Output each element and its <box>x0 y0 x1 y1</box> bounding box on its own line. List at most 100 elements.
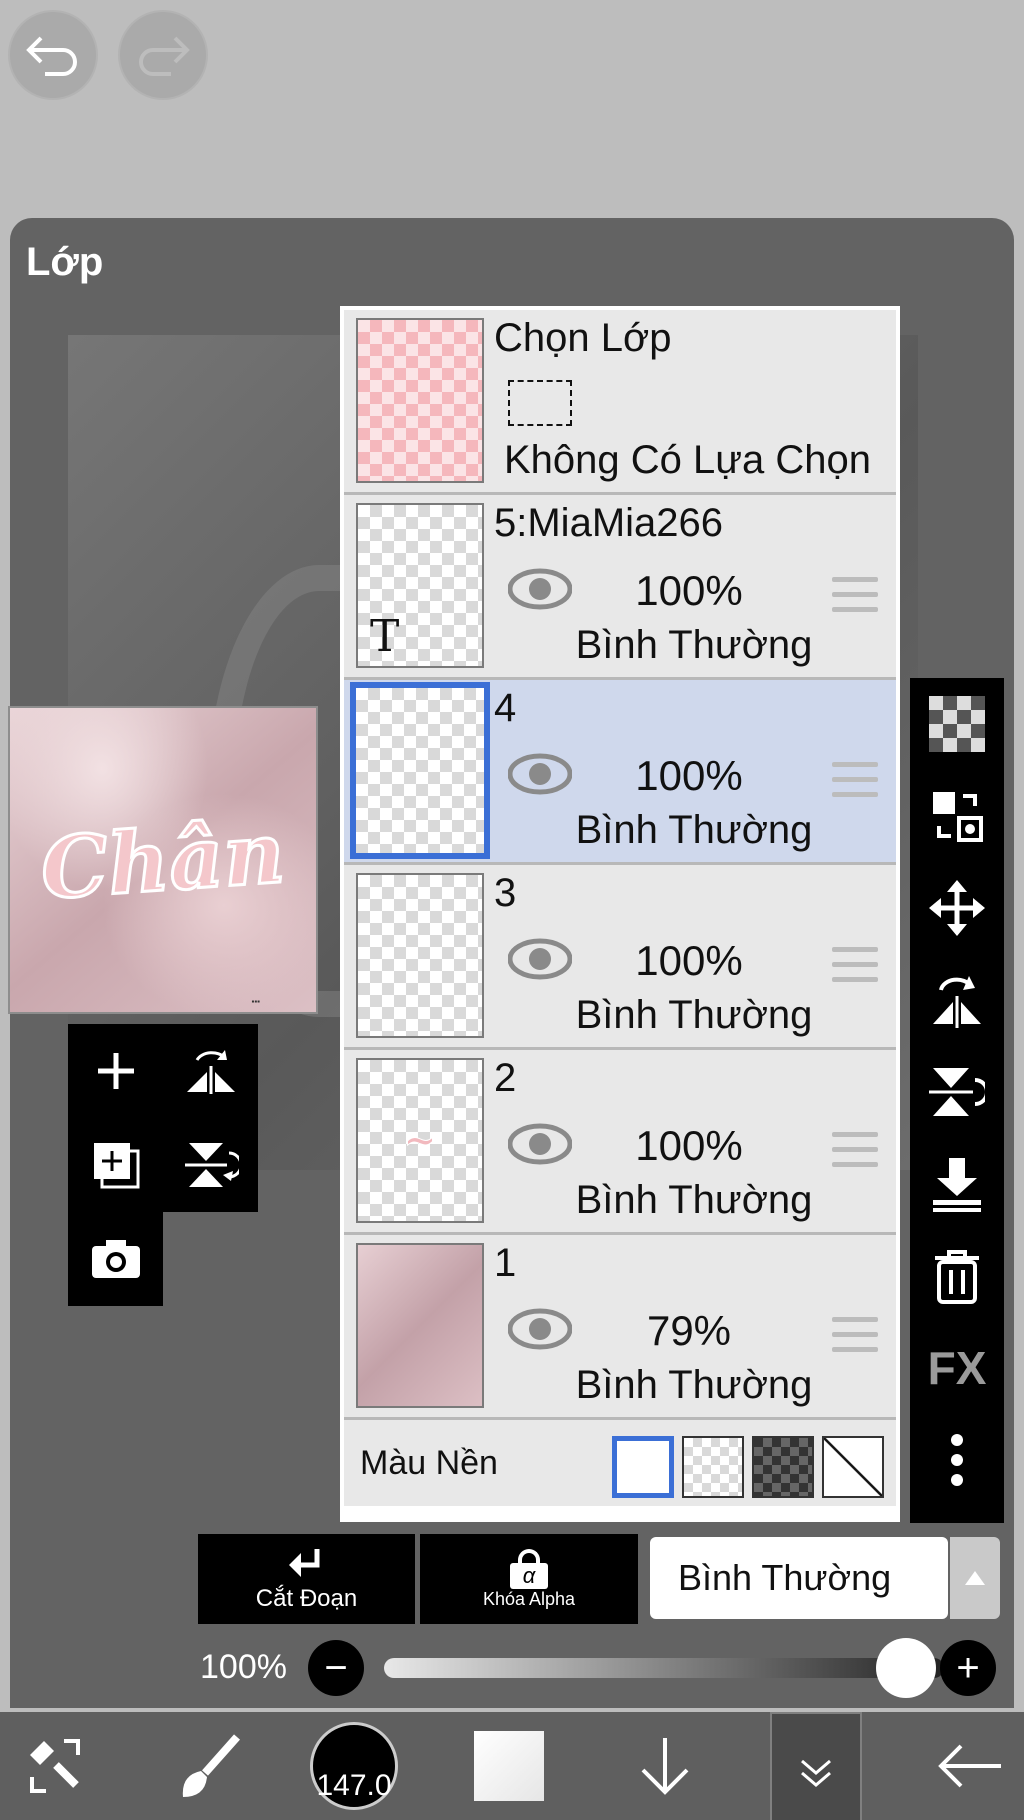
visibility-eye-icon[interactable] <box>508 567 572 611</box>
layer-row-selected[interactable]: 4 100% Bình Thường <box>344 680 896 865</box>
layer-list: Chọn Lớp Không Có Lựa Chọn T 5:MiaMia266… <box>340 306 900 1522</box>
layer-thumbnail-art: ~ <box>403 1117 438 1165</box>
preview-signature: ▪▪▪ <box>251 997 260 1006</box>
background-color-label: Màu Nền <box>360 1444 498 1482</box>
copy-layer-icon <box>93 1143 139 1189</box>
drag-handle-icon[interactable] <box>832 1317 878 1362</box>
redo-button[interactable] <box>118 10 208 100</box>
layer-blend-mode: Bình Thường <box>575 808 813 852</box>
bg-swatch-none[interactable] <box>822 1436 884 1498</box>
undo-button[interactable] <box>8 10 98 100</box>
triangle-up-icon <box>965 1571 985 1585</box>
merge-down-button[interactable] <box>910 1138 1004 1230</box>
blend-mode-dropdown-button[interactable] <box>950 1537 1000 1619</box>
redo-icon <box>139 36 190 76</box>
layer-down-button[interactable] <box>620 1712 710 1820</box>
merge-icon <box>184 1143 239 1187</box>
layer-tools <box>68 1024 258 1212</box>
collapse-panel-button[interactable] <box>770 1712 862 1820</box>
flip-button[interactable] <box>163 1024 258 1118</box>
layer-name: 3 <box>494 871 517 915</box>
brush-button[interactable] <box>160 1712 260 1820</box>
flip-horizontal-button[interactable] <box>910 954 1004 1046</box>
layer-thumbnail: ~ <box>356 1058 484 1223</box>
layer-blend-mode: Bình Thường <box>575 1363 813 1407</box>
layer-blend-mode: Bình Thường <box>575 993 813 1037</box>
flip-vertical-button[interactable] <box>910 1046 1004 1138</box>
layer-blend-mode: Bình Thường <box>575 623 813 667</box>
more-icon <box>951 1434 963 1486</box>
transform-tool-icon <box>30 1739 80 1793</box>
opacity-slider-knob[interactable] <box>876 1638 936 1698</box>
tool-switch-button[interactable] <box>0 1712 110 1820</box>
move-button[interactable] <box>910 862 1004 954</box>
blend-mode-select[interactable]: Bình Thường <box>650 1537 948 1619</box>
layer-thumbnail: T <box>356 503 484 668</box>
visibility-eye-icon[interactable] <box>508 752 572 796</box>
visibility-eye-icon[interactable] <box>508 937 572 981</box>
add-layer-button[interactable] <box>68 1024 163 1118</box>
opacity-plus-button[interactable]: + <box>940 1640 996 1696</box>
opacity-value: 100% <box>200 1648 287 1686</box>
clip-arrow-icon <box>288 1549 319 1577</box>
bg-swatch-dark[interactable] <box>752 1436 814 1498</box>
bg-swatch-transparent[interactable] <box>682 1436 744 1498</box>
background-color-bar: Màu Nền <box>344 1420 896 1506</box>
lock-icon: α <box>510 1548 548 1589</box>
opacity-minus-button[interactable]: − <box>308 1640 364 1696</box>
selection-status: Không Có Lựa Chọn <box>504 438 872 482</box>
rotate-flip-icon <box>933 976 981 1028</box>
preview-text: Chân <box>37 801 290 920</box>
layer-row[interactable]: ~ 2 100% Bình Thường <box>344 1050 896 1235</box>
opacity-slider-track[interactable] <box>384 1658 944 1678</box>
more-button[interactable] <box>910 1414 1004 1506</box>
transparency-button[interactable] <box>910 678 1004 770</box>
brush-size-button[interactable]: 147.0 <box>306 1712 402 1820</box>
transform-icon <box>933 792 983 842</box>
flip-vertical-icon <box>929 1068 985 1116</box>
bg-swatch-white[interactable] <box>612 1436 674 1498</box>
layer-opacity: 100% <box>635 1122 743 1169</box>
visibility-eye-icon[interactable] <box>508 1122 572 1166</box>
alpha-lock-button[interactable]: α Khóa Alpha <box>420 1534 638 1624</box>
color-button[interactable] <box>470 1712 548 1820</box>
layer-side-toolbar: FX <box>910 678 1004 1523</box>
brush-size-icon: 147.0 <box>310 1722 398 1810</box>
clip-button[interactable]: Cắt Đoạn <box>198 1534 415 1624</box>
visibility-eye-icon[interactable] <box>508 1307 572 1351</box>
back-icon <box>938 1744 1001 1788</box>
drag-handle-icon[interactable] <box>832 1132 878 1177</box>
layer-opacity: 100% <box>635 752 743 799</box>
bottom-toolbar: 147.0 <box>0 1712 1024 1820</box>
alpha-lock-label: Khóa Alpha <box>482 1588 576 1609</box>
layer-row[interactable]: 3 100% Bình Thường <box>344 865 896 1050</box>
layer-opacity: 100% <box>635 567 743 614</box>
camera-button[interactable] <box>68 1212 163 1306</box>
canvas-preview[interactable]: Chân ▪▪▪ <box>8 706 318 1014</box>
drag-handle-icon[interactable] <box>832 947 878 992</box>
back-button[interactable] <box>920 1712 1020 1820</box>
layer-blend-mode: Bình Thường <box>575 1178 813 1222</box>
layer-row[interactable]: T 5:MiaMia266 100% Bình Thường <box>344 495 896 680</box>
drag-handle-icon[interactable] <box>832 577 878 622</box>
copy-layer-button[interactable] <box>68 1118 163 1212</box>
checker-icon <box>929 696 985 752</box>
selection-layer-thumbnail <box>356 318 484 483</box>
add-layer-icon <box>97 1053 134 1089</box>
move-icon <box>929 880 985 936</box>
layer-thumbnail <box>350 682 490 859</box>
brush-size-value: 147.0 <box>316 1769 392 1802</box>
layer-row[interactable]: 1 79% Bình Thường <box>344 1235 896 1420</box>
layer-opacity: 100% <box>635 937 743 984</box>
swap-button[interactable] <box>910 770 1004 862</box>
layer-name: 2 <box>494 1056 517 1100</box>
panel-title: Lớp <box>26 240 104 284</box>
fx-button[interactable]: FX <box>910 1322 1004 1414</box>
arrow-down-icon <box>641 1738 689 1795</box>
opacity-control: 100% − + <box>200 1638 1010 1698</box>
merge-button[interactable] <box>163 1118 258 1212</box>
selection-layer-row[interactable]: Chọn Lớp Không Có Lựa Chọn <box>344 310 896 495</box>
drag-handle-icon[interactable] <box>832 762 878 807</box>
flip-icon <box>186 1050 235 1094</box>
delete-layer-button[interactable] <box>910 1230 1004 1322</box>
